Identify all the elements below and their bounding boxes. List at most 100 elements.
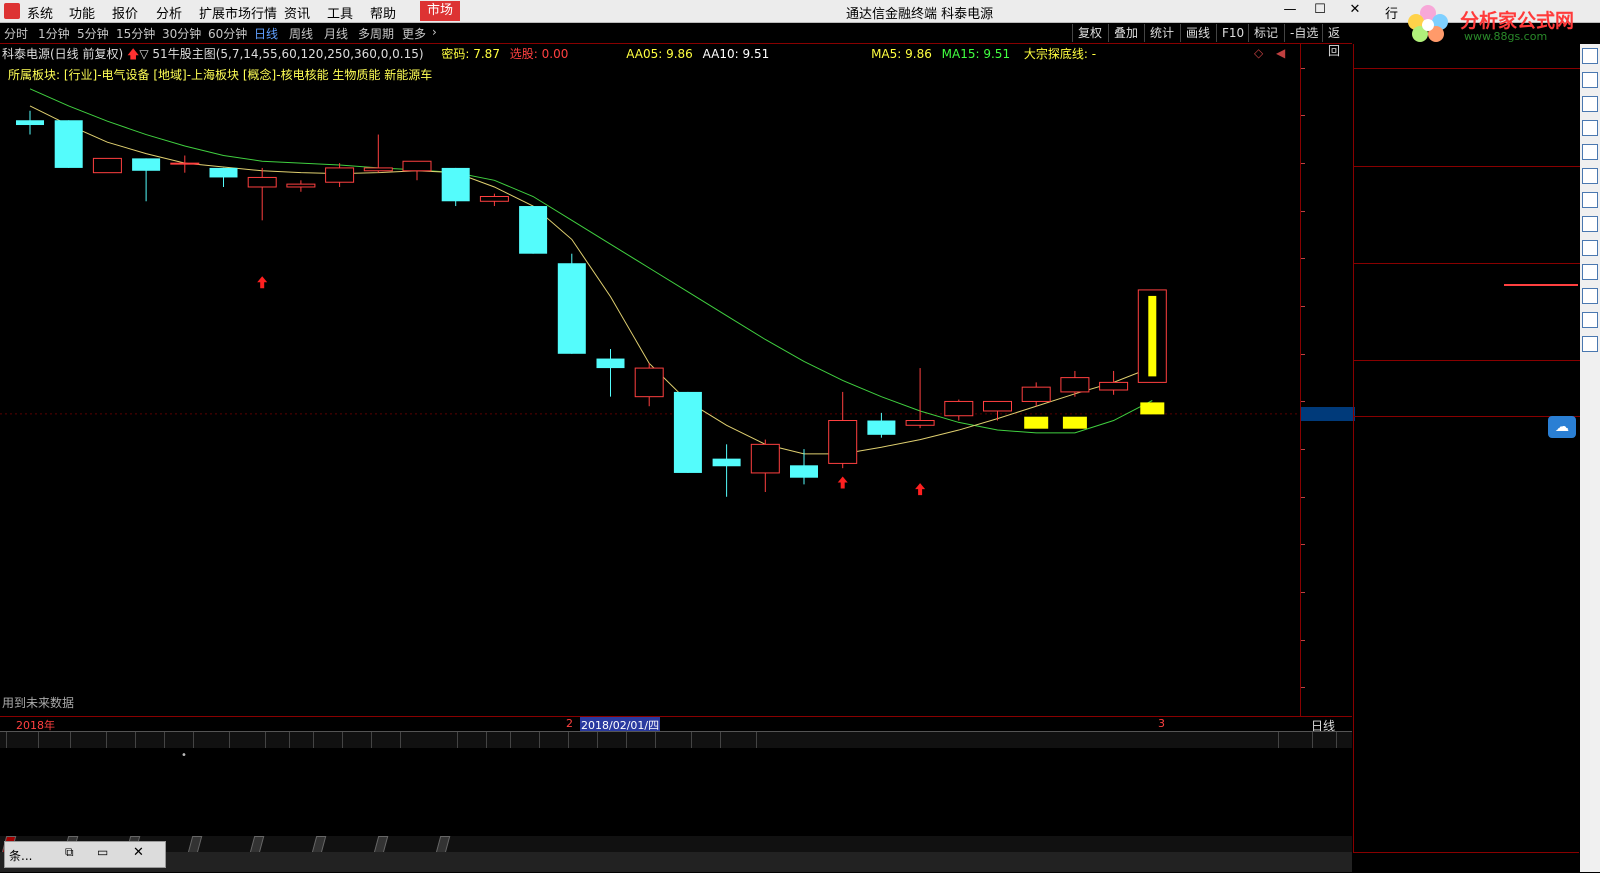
menu-analysis[interactable]: 分析 [156,3,182,22]
candle-body [132,158,161,171]
indicator-tab-brar[interactable] [223,732,230,748]
bottom-tab[interactable] [187,836,203,853]
date-month-2: 2 [566,717,573,730]
add-indicator-button[interactable] [1306,732,1313,748]
menu-tools[interactable]: 工具 [327,3,353,22]
maximize-small-icon[interactable]: ▭ [97,845,108,859]
period-multi[interactable]: 多周期 [358,25,394,42]
button-tongji[interactable]: 统计 [1144,24,1179,42]
menu-hang[interactable]: 行 [1385,3,1398,22]
indicator-tab-roc[interactable] [591,732,598,748]
menu-news[interactable]: 资讯 [284,3,310,22]
indicator-tab-asi[interactable] [336,732,343,748]
close-small-icon[interactable]: ✕ [133,845,144,860]
sector-table: • [0,748,1352,834]
market-icon[interactable] [1582,240,1598,256]
menu-system[interactable]: 系统 [27,3,53,22]
indicator-tab-vr[interactable] [283,732,290,748]
fund-icon[interactable] [1582,288,1598,304]
collapse-icon[interactable]: ◀ [1276,46,1285,60]
settings-icon[interactable] [1582,264,1598,280]
period-60min[interactable]: 60分钟 [208,25,247,42]
indicator-tab-dma[interactable] [129,732,136,748]
menu-ext-market[interactable]: 扩展市场行情 [199,3,277,22]
button-diejia[interactable]: 叠加 [1108,24,1143,42]
table-row[interactable] [0,794,1352,814]
menu-quote[interactable]: 报价 [112,3,138,22]
brand-name: 分析家公式网 [1460,10,1575,32]
period-weekly[interactable]: 周线 [289,25,313,42]
kline-chart[interactable] [0,44,1300,716]
button-fuquan[interactable]: 复权 [1072,24,1107,42]
button-biaoji[interactable]: 标记 [1248,24,1283,42]
f10-icon[interactable] [1582,168,1598,184]
minimized-window[interactable]: 条... ⧉ ▭ ✕ [4,841,166,868]
restore-icon[interactable]: ⧉ [65,845,74,860]
indicator-tab-dmi[interactable] [100,732,107,748]
chart-icon[interactable] [1582,48,1598,64]
button-huaxian[interactable]: 画线 [1180,24,1215,42]
period-15min[interactable]: 15分钟 [116,25,155,42]
period-fenshi[interactable]: 分时 [4,25,28,42]
rsi-icon[interactable] [1582,312,1598,328]
period-30min[interactable]: 30分钟 [162,25,201,42]
indicator-tab-mcst[interactable] [714,732,721,748]
button-fanhui[interactable]: 返回 [1322,24,1352,58]
indicator-tab-boll[interactable] [649,732,656,748]
indicator-tab-窗口[interactable] [32,732,39,748]
indicator-tab-psy[interactable] [685,732,692,748]
indicator-name[interactable]: 51牛股主图 [152,47,215,61]
indicator-tab-kdj[interactable] [533,732,540,748]
indicator-tab-fsl[interactable] [158,732,165,748]
candle-body [790,465,818,478]
flag-icon[interactable] [1582,144,1598,160]
bottom-tab[interactable] [311,836,327,853]
period-more[interactable]: 更多 [402,25,426,42]
period-monthly[interactable]: 月线 [324,25,348,42]
menu-function[interactable]: 功能 [69,3,95,22]
cloud-icon[interactable]: ☁ [1548,416,1576,438]
aa10-value: AA10: 9.51 [702,47,770,61]
minimize-icon[interactable]: — [1275,2,1305,20]
indicator-tab-指标[interactable] [0,732,7,748]
button-zixuan[interactable]: -自选 [1284,24,1323,42]
period-daily[interactable]: 日线 [254,25,278,42]
table-icon[interactable] [1582,120,1598,136]
remove-indicator-button[interactable] [1330,732,1337,748]
sector-line[interactable]: 所属板块: [行业]-电气设备 [地域]-上海板块 [概念]-核电核能 生物质能… [8,66,432,83]
grid-icon[interactable] [1582,72,1598,88]
template-button[interactable] [1272,732,1279,748]
maximize-icon[interactable]: ☐ [1305,2,1335,20]
news-icon[interactable] [1582,192,1598,208]
market-button[interactable]: 市场 [420,1,460,21]
formula-toggle[interactable]: ▽ [139,47,148,61]
diamond-icon[interactable]: ◇ [1254,46,1263,60]
indicator-tab-rsi[interactable] [451,732,458,748]
period-5min[interactable]: 5分钟 [77,25,109,42]
indicator-tab-mtm[interactable] [620,732,627,748]
indicator-tab-cci[interactable] [562,732,569,748]
close-icon[interactable]: ✕ [1340,2,1370,20]
chevron-right-icon[interactable]: › [432,25,437,39]
rank-icon[interactable] [1582,216,1598,232]
indicator-tab-更多[interactable] [750,732,757,748]
indicator-tab-vol-tdx[interactable] [394,732,401,748]
indicator-tab-emv[interactable] [365,732,372,748]
indicator-tab-macd[interactable] [64,732,71,748]
bottom-tab[interactable] [435,836,451,853]
indicator-tab-obv[interactable] [307,732,314,748]
bottom-tab[interactable] [249,836,265,853]
tick-row [1354,649,1580,666]
indicator-tab-wr[interactable] [480,732,487,748]
list-icon[interactable] [1582,96,1598,112]
bottom-tab[interactable] [373,836,389,853]
menu-help[interactable]: 帮助 [370,3,396,22]
period-1min[interactable]: 1分钟 [38,25,70,42]
indicator-tab-cr[interactable] [259,732,266,748]
button-f10[interactable]: F10 [1216,24,1249,42]
table-row[interactable] [0,772,1352,792]
link-icon[interactable] [1582,336,1598,352]
indicator-tab-trix[interactable] [187,732,194,748]
candle-body [54,120,83,168]
indicator-tab-sar[interactable] [504,732,511,748]
